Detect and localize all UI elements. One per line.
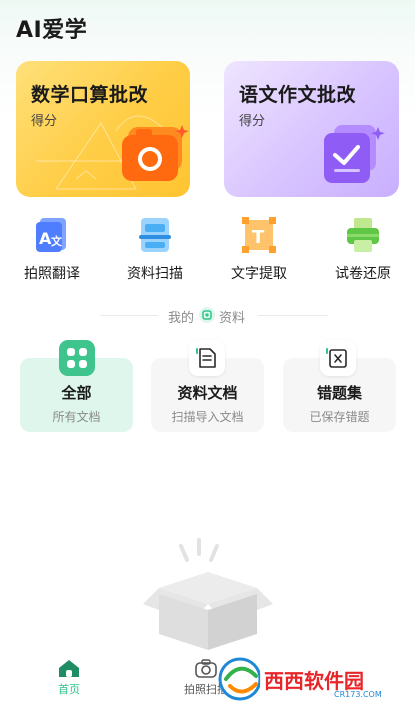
tool-exam-restore[interactable]: 试卷还原: [328, 216, 398, 283]
divider-line-left: [100, 315, 158, 316]
svg-text:文: 文: [51, 234, 63, 248]
divider-text-my: 我的: [168, 311, 195, 326]
tool-photo-translate-label: 拍照翻译: [24, 266, 80, 282]
home-icon: [59, 660, 79, 677]
scan-document-icon: [139, 218, 171, 252]
tool-document-scan[interactable]: 资料扫描: [120, 216, 190, 283]
text-extract-icon: T: [242, 217, 276, 253]
tool-exam-restore-label: 试卷还原: [335, 266, 391, 282]
translate-icon: A 文: [36, 218, 66, 252]
app-title: AI爱学: [16, 18, 88, 43]
materials-badge-icon: [199, 307, 215, 323]
wrong-mark-icon: [320, 340, 356, 376]
tool-text-extract[interactable]: T 文字提取: [224, 216, 294, 283]
chinese-essay-correction-card[interactable]: 语文作文批改 得分: [224, 61, 399, 197]
camera-icon: [122, 125, 189, 181]
my-materials-divider: 我的 资料: [0, 306, 415, 326]
empty-box-illustration: [143, 538, 273, 650]
category-all-sub: 所有文档: [52, 410, 101, 424]
category-documents-label: 资料文档: [177, 384, 238, 402]
watermark-sub: CR173.COM: [334, 690, 382, 699]
camera-outline-icon: [195, 659, 217, 678]
site-watermark: 西西软件园 CR173.COM: [218, 656, 398, 706]
document-icon: [189, 340, 225, 376]
divider-line-right: [258, 315, 328, 316]
category-documents-sub: 扫描导入文档: [171, 410, 244, 424]
chinese-card-score-label: 得分: [239, 114, 266, 129]
nav-home[interactable]: 首页: [39, 658, 99, 697]
watermark-logo-icon: 西西软件园 CR173.COM: [218, 657, 394, 701]
math-card-title: 数学口算批改: [31, 84, 149, 106]
divider-text-materials: 资料: [219, 311, 246, 326]
nav-home-label: 首页: [58, 683, 80, 696]
category-wrong-questions-sub: 已保存错题: [309, 410, 370, 424]
chinese-card-title: 语文作文批改: [239, 84, 357, 106]
printer-icon: [347, 218, 379, 252]
svg-text:T: T: [252, 227, 265, 248]
category-wrong-questions-label: 错题集: [316, 384, 362, 402]
category-all-label: 全部: [61, 384, 92, 402]
math-correction-card[interactable]: 数学口算批改 得分: [16, 61, 190, 197]
tool-text-extract-label: 文字提取: [231, 266, 287, 282]
tool-photo-translate[interactable]: A 文 拍照翻译: [17, 216, 87, 283]
math-card-score-label: 得分: [31, 114, 58, 129]
essay-check-icon: [324, 125, 385, 183]
tool-document-scan-label: 资料扫描: [127, 266, 183, 282]
grid-icon: [59, 340, 95, 376]
